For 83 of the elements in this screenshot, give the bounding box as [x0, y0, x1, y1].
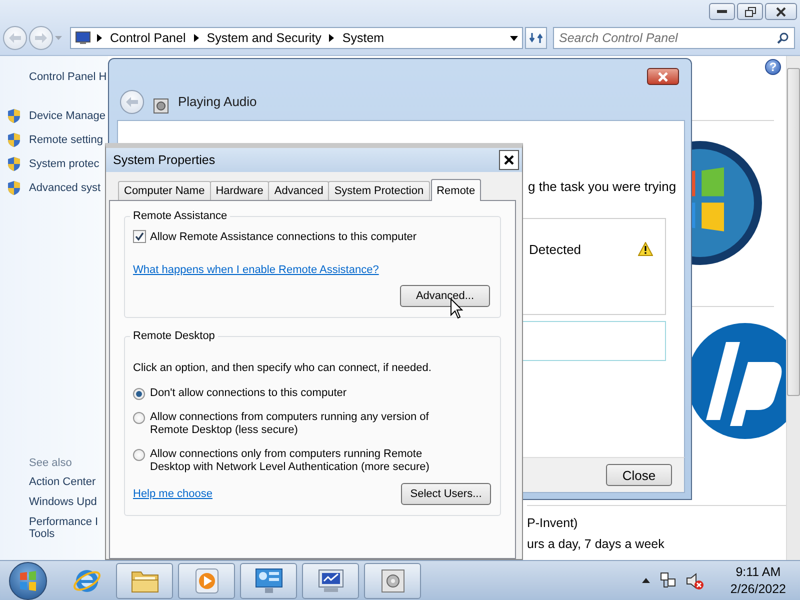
radio-label: Allow connections from computers running any version of Remote Desktop (less secure)	[150, 411, 430, 437]
close-button[interactable]	[499, 150, 519, 170]
radio-button[interactable]	[133, 449, 145, 461]
dropdown-arrow-icon[interactable]	[510, 36, 518, 40]
taskbar-button[interactable]	[178, 562, 235, 598]
tab[interactable]: Remote	[430, 179, 482, 201]
network-icon[interactable]	[660, 572, 676, 590]
control-panel-home-link[interactable]: Control Panel H	[0, 71, 108, 83]
search-field[interactable]: Search Control Panel	[553, 27, 795, 49]
issue-label: Detected	[529, 242, 582, 257]
back-arrow-icon	[9, 33, 21, 43]
task-link[interactable]: Device Manage	[29, 110, 106, 122]
refresh-icon	[529, 31, 543, 45]
radio-button[interactable]	[133, 412, 145, 424]
radio-button[interactable]	[133, 388, 145, 400]
checkbox-label: Allow Remote Assistance connections to this computer	[150, 230, 417, 242]
shield-icon	[6, 108, 22, 124]
close-button[interactable]	[765, 3, 797, 20]
address-bar[interactable]: Control Panel System and Security System	[70, 27, 523, 49]
taskbar-button[interactable]	[302, 562, 359, 598]
see-also-link[interactable]: Action Center	[29, 476, 108, 488]
chevron-right-icon	[329, 34, 334, 42]
clock-time: 9:11 AM	[736, 565, 781, 579]
tab[interactable]: System Protection	[328, 181, 430, 200]
info-text: P-Invent)	[527, 516, 579, 530]
back-button[interactable]	[120, 90, 144, 114]
task-link[interactable]: System protec	[29, 158, 100, 170]
section-heading: See also	[29, 457, 73, 469]
shield-icon	[6, 132, 22, 148]
radio-label: Allow connections only from computers running Remote Desktop with Network Level Authentication (more secure)	[150, 448, 430, 474]
back-arrow-icon	[126, 97, 138, 107]
checkbox[interactable]	[133, 230, 146, 243]
shield-icon	[6, 156, 22, 172]
minimize-icon	[717, 10, 727, 14]
select-users-button[interactable]: Select Users...	[401, 483, 491, 505]
taskbar-button[interactable]	[240, 562, 297, 598]
tab[interactable]: Advanced	[268, 181, 330, 200]
window-title: System Properties	[113, 153, 216, 167]
chevron-right-icon	[194, 34, 199, 42]
advanced-button[interactable]: Advanced...	[400, 285, 490, 307]
window-title: Playing Audio	[178, 94, 257, 109]
task-link[interactable]: Advanced syst	[29, 182, 101, 194]
taskbar-button[interactable]	[116, 562, 173, 598]
caret-up-icon[interactable]	[642, 578, 650, 583]
dashboard-icon	[254, 566, 284, 594]
breadcrumb-item[interactable]: System	[340, 31, 386, 45]
play-icon	[192, 566, 220, 594]
close-button[interactable]: Close	[606, 464, 672, 486]
close-button[interactable]	[647, 68, 679, 85]
radio-label: Don't allow connections to this computer	[150, 387, 348, 400]
breadcrumb-item[interactable]: System and Security	[204, 31, 324, 45]
instruction-text: Click an option, and then specify who can connect, if needed.	[133, 362, 432, 374]
see-also-link[interactable]: Performance I Tools	[29, 516, 108, 540]
task-link[interactable]: Remote setting	[29, 134, 103, 146]
speaker-muted-icon[interactable]	[686, 572, 704, 590]
computer-icon	[75, 31, 91, 45]
see-also-link[interactable]: Windows Upd	[29, 496, 108, 508]
start-button[interactable]	[9, 562, 47, 600]
close-icon	[504, 155, 514, 165]
minimize-button[interactable]	[709, 3, 735, 20]
search-icon	[777, 32, 789, 44]
restore-icon	[744, 6, 756, 16]
scrollbar[interactable]	[786, 56, 800, 560]
help-link[interactable]: Help me choose	[133, 488, 212, 500]
monitor-icon	[316, 566, 346, 594]
restore-button[interactable]	[737, 3, 763, 20]
close-icon	[776, 6, 786, 16]
info-text: urs a day, 7 days a week	[527, 537, 666, 551]
body-text: g the task you were trying	[528, 179, 678, 194]
warning-icon	[638, 242, 653, 256]
chevron-right-icon	[97, 34, 102, 42]
taskbar-button[interactable]	[364, 562, 421, 598]
group-heading: Remote Assistance	[132, 210, 228, 222]
tab[interactable]: Hardware	[210, 181, 270, 200]
tab[interactable]: Computer Name	[118, 181, 211, 200]
close-icon	[658, 72, 668, 82]
refresh-button[interactable]	[525, 27, 547, 49]
forward-arrow-icon	[35, 33, 47, 43]
shield-icon	[6, 180, 22, 196]
help-link[interactable]: What happens when I enable Remote Assistance?	[133, 264, 379, 276]
clock-date: 2/26/2022	[730, 582, 786, 596]
breadcrumb-item[interactable]: Control Panel	[108, 31, 188, 45]
group-heading: Remote Desktop	[132, 330, 216, 342]
